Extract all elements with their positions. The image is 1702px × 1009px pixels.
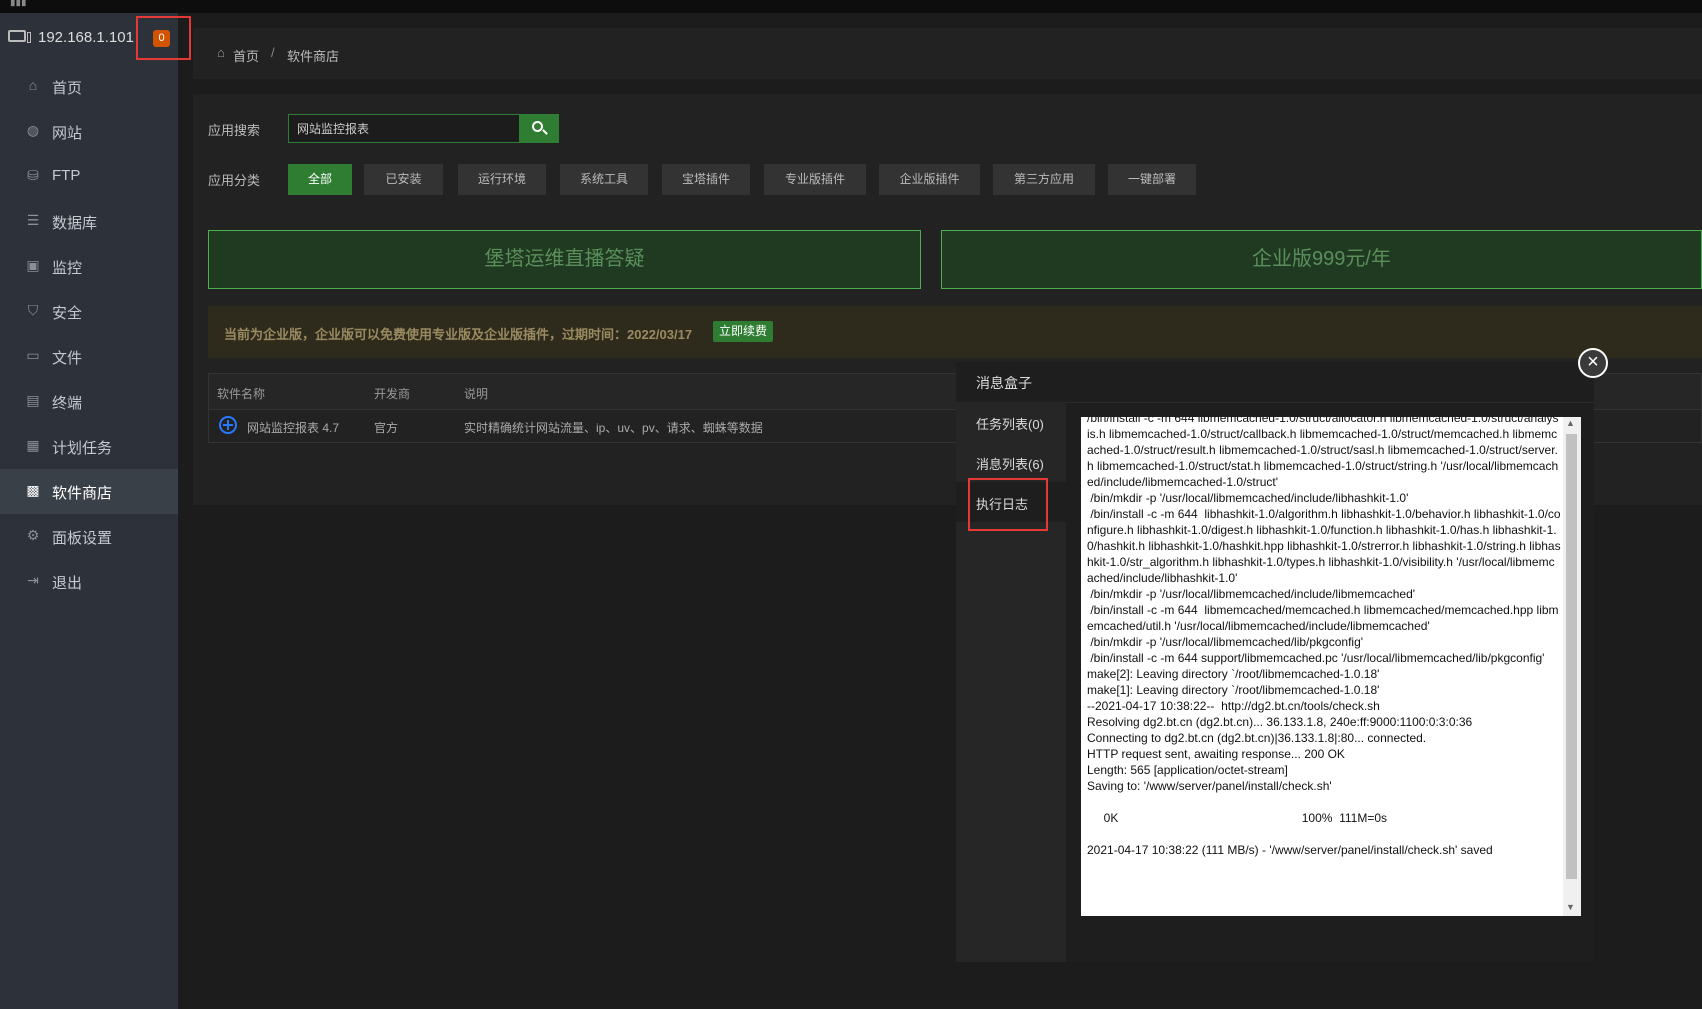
- scroll-down-icon[interactable]: ▼: [1566, 902, 1575, 912]
- modal-tab-1[interactable]: 消息列表(6): [956, 442, 1066, 482]
- host-info: 192.168.1.101 0: [0, 13, 191, 64]
- search-input[interactable]: [288, 114, 520, 143]
- terminal-icon: ▤: [26, 392, 40, 408]
- sidebar-item-7[interactable]: ▤ 终端: [0, 379, 178, 424]
- cell-desc: 实时精确统计网站流量、ip、uv、pv、请求、蜘蛛等数据: [464, 421, 763, 435]
- category-button-0[interactable]: 全部: [288, 164, 352, 195]
- modal-tab-label: 任务列表(0): [976, 417, 1044, 432]
- sidebar-item-11[interactable]: ⇥ 退出: [0, 559, 178, 604]
- sidebar-nav: ⌂ 首页 ◍ 网站 ⛁ FTP ☰ 数据库 ▣ 监控 ⛉ 安全 ▭ 文件 ▤ 终端 ▦ 计划任务 ▩ 软件商店 ⚙ 面板设…: [0, 64, 178, 604]
- modal-title: 消息盒子: [976, 375, 1032, 391]
- sidebar-item-9[interactable]: ▩ 软件商店: [0, 469, 178, 514]
- app-logo-icon: ▮▮▮: [10, 0, 27, 8]
- logout-icon: ⇥: [27, 572, 39, 588]
- sidebar-item-2[interactable]: ⛁ FTP: [0, 154, 178, 199]
- log-scrollbar-thumb[interactable]: [1566, 434, 1577, 879]
- category-button-7[interactable]: 第三方应用: [993, 164, 1095, 195]
- category-button-8[interactable]: 一键部署: [1108, 164, 1196, 195]
- sidebar-item-10[interactable]: ⚙ 面板设置: [0, 514, 178, 559]
- breadcrumb-home[interactable]: 首页: [233, 46, 259, 65]
- grid-icon: ▩: [26, 482, 40, 498]
- globe-icon: ◍: [26, 122, 40, 138]
- sidebar-item-label: 文件: [52, 350, 83, 367]
- sidebar-item-label: 面板设置: [52, 530, 113, 547]
- banner-enterprise[interactable]: 企业版999元/年: [941, 230, 1702, 289]
- category-label: 应用分类: [208, 173, 261, 188]
- sidebar-item-6[interactable]: ▭ 文件: [0, 334, 178, 379]
- ftp-icon: ⛁: [27, 167, 39, 183]
- sidebar-item-0[interactable]: ⌂ 首页: [0, 64, 178, 109]
- monitor-icon: ▣: [26, 257, 40, 273]
- sidebar-item-1[interactable]: ◍ 网站: [0, 109, 178, 154]
- scroll-up-icon[interactable]: ▲: [1566, 418, 1575, 428]
- modal-header: 消息盒子: [956, 362, 1594, 403]
- breadcrumb-current: 软件商店: [287, 49, 340, 64]
- modal-tab-label: 消息列表(6): [976, 457, 1044, 472]
- gear-icon: ⚙: [26, 527, 40, 543]
- sidebar-item-3[interactable]: ☰ 数据库: [0, 199, 178, 244]
- tower-icon: [27, 32, 31, 43]
- renew-button[interactable]: 立即续费: [713, 321, 774, 342]
- database-icon: ☰: [26, 212, 40, 228]
- col-vendor-header: 开发商: [374, 387, 411, 401]
- shield-icon: ⛉: [27, 302, 39, 318]
- sidebar-item-5[interactable]: ⛉ 安全: [0, 289, 178, 334]
- category-button-6[interactable]: 企业版插件: [879, 164, 980, 195]
- host-ip: 192.168.1.101: [38, 29, 134, 46]
- category-button-5[interactable]: 专业版插件: [764, 164, 866, 195]
- notice-text: 当前为企业版，企业版可以免费使用专业版及企业版插件，过期时间：2022/03/1…: [224, 327, 693, 342]
- sidebar-item-label: 安全: [52, 305, 83, 322]
- sidebar-item-8[interactable]: ▦ 计划任务: [0, 424, 178, 469]
- sidebar-item-label: FTP: [52, 167, 81, 184]
- modal-tab-0[interactable]: 任务列表(0): [956, 402, 1066, 442]
- execution-log[interactable]: /bin/install -c -m 644 libmemcached-1.0/…: [1081, 417, 1581, 916]
- sidebar-item-label: 终端: [52, 395, 83, 412]
- window-top-bar: ▮▮▮: [0, 0, 1702, 13]
- col-name-header: 软件名称: [217, 387, 266, 401]
- sidebar-item-label: 数据库: [52, 215, 98, 232]
- breadcrumb: ⌂ 首页 / 软件商店: [193, 28, 1702, 79]
- sidebar-item-label: 软件商店: [52, 485, 113, 502]
- monitor-icon: [8, 30, 26, 42]
- sidebar-item-label: 计划任务: [52, 440, 113, 457]
- home-icon: ⌂: [217, 45, 225, 60]
- sidebar-item-label: 监控: [52, 260, 83, 277]
- category-button-4[interactable]: 宝塔插件: [662, 164, 750, 195]
- sidebar-item-label: 首页: [52, 80, 83, 97]
- col-desc-header: 说明: [464, 387, 489, 401]
- plugin-icon: [219, 416, 237, 434]
- sidebar-item-label: 网站: [52, 125, 83, 142]
- category-button-2[interactable]: 运行环境: [458, 164, 546, 195]
- log-text: /bin/install -c -m 644 libmemcached-1.0/…: [1087, 417, 1561, 857]
- category-button-1[interactable]: 已安装: [364, 164, 443, 195]
- search-label: 应用搜索: [208, 123, 261, 138]
- license-notice: 当前为企业版，企业版可以免费使用专业版及企业版插件，过期时间：2022/03/1…: [208, 306, 1702, 358]
- sidebar-item-4[interactable]: ▣ 监控: [0, 244, 178, 289]
- sidebar-item-label: 退出: [52, 575, 83, 592]
- close-button[interactable]: ×: [1578, 348, 1608, 378]
- modal-tab-label: 执行日志: [976, 497, 1029, 512]
- category-button-3[interactable]: 系统工具: [560, 164, 648, 195]
- folder-icon: ▭: [26, 347, 40, 363]
- home-icon: ⌂: [28, 77, 38, 93]
- breadcrumb-separator: /: [271, 45, 275, 60]
- modal-tab-2[interactable]: 执行日志: [956, 482, 1066, 522]
- search-button[interactable]: [520, 114, 559, 143]
- cell-vendor: 官方: [374, 421, 399, 435]
- calendar-icon: ▦: [26, 437, 40, 453]
- banner-live-qa[interactable]: 堡塔运维直播答疑: [208, 230, 921, 289]
- cell-name[interactable]: 网站监控报表 4.7: [247, 419, 339, 436]
- modal-tabs: 任务列表(0) 消息列表(6) 执行日志: [956, 402, 1066, 962]
- message-count-badge[interactable]: 0: [153, 30, 170, 47]
